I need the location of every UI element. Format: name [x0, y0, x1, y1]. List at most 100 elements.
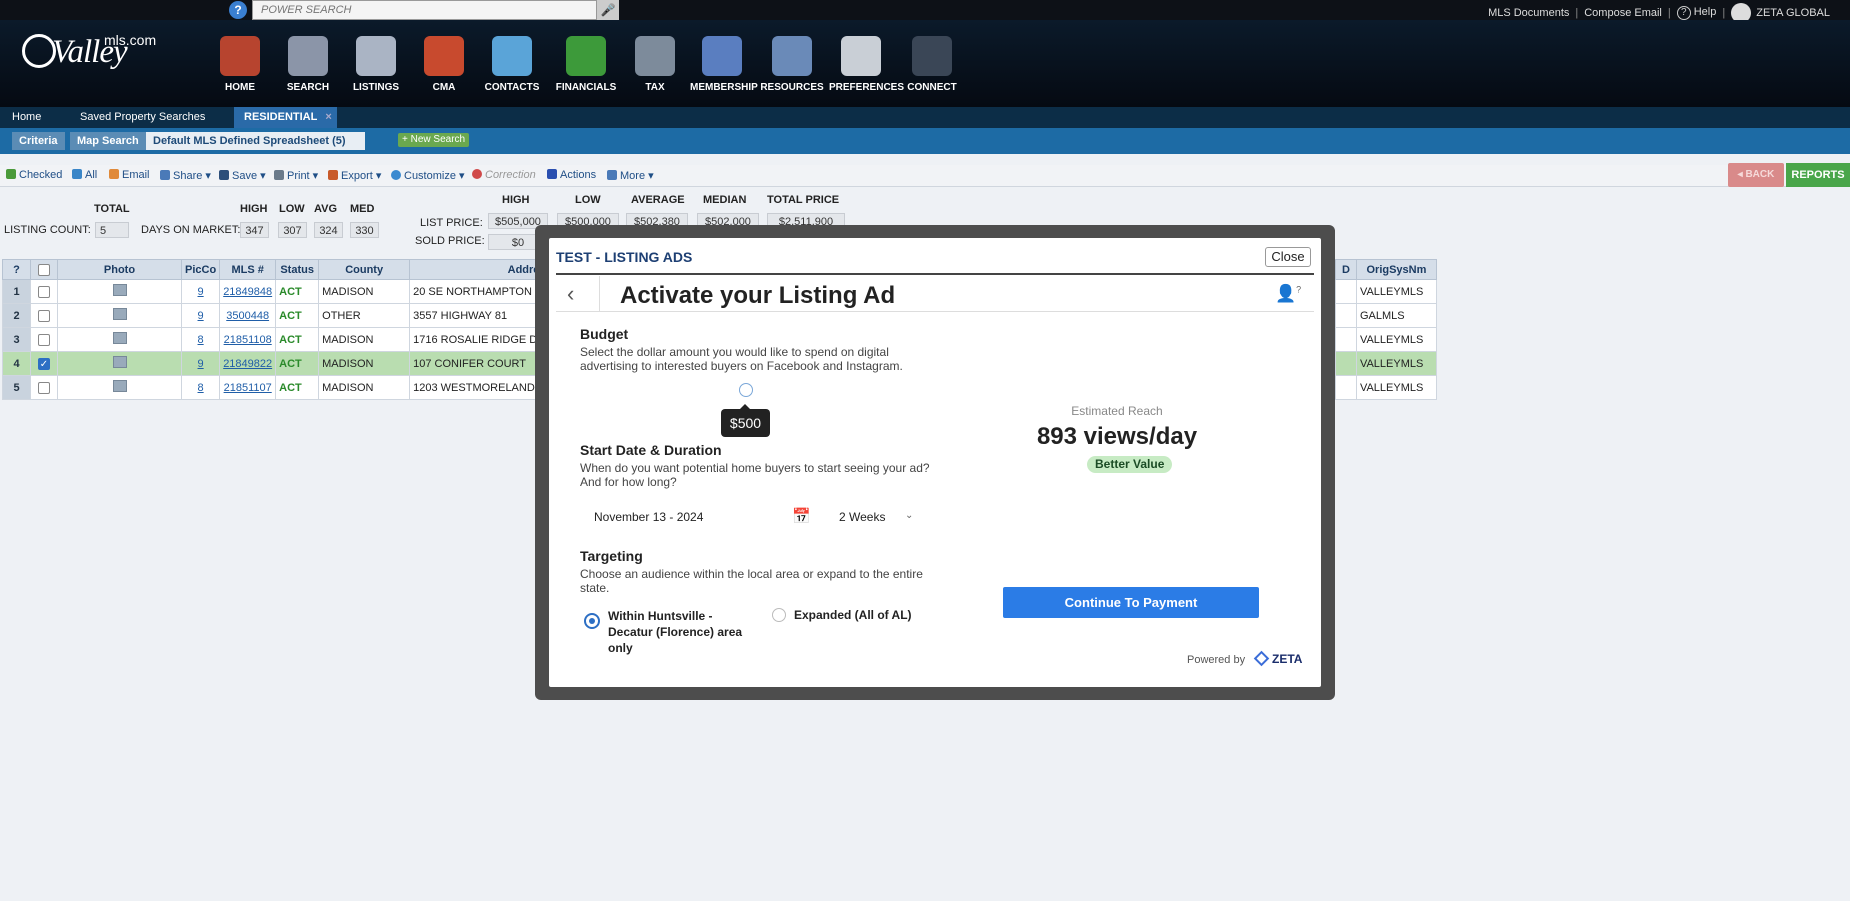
- radio-expanded-label[interactable]: Expanded (All of AL): [794, 608, 912, 622]
- row-photo[interactable]: [57, 375, 182, 400]
- duration-select[interactable]: 2 Weeks: [839, 510, 885, 524]
- row-checkbox[interactable]: [30, 327, 58, 352]
- radio-local-area[interactable]: [584, 613, 600, 629]
- row-mls-number[interactable]: 3500448: [219, 303, 277, 328]
- email-button[interactable]: Email: [109, 169, 150, 181]
- row-mls-number[interactable]: 21851108: [219, 327, 277, 352]
- nav-preferences[interactable]: PREFERENCES: [829, 36, 904, 93]
- all-icon: [72, 169, 82, 179]
- col-pic-count[interactable]: PicCo: [180, 259, 221, 280]
- table-row-right[interactable]: VALLEYMLS: [1335, 279, 1437, 304]
- col-status[interactable]: Status: [275, 259, 320, 280]
- row-mls-number[interactable]: 21849848: [219, 279, 277, 304]
- row-checkbox-box[interactable]: [38, 381, 50, 394]
- actions-button[interactable]: Actions: [547, 169, 596, 181]
- close-tab-icon[interactable]: ×: [325, 111, 331, 123]
- tab-residential[interactable]: RESIDENTIAL ×: [234, 107, 337, 128]
- nav-financials[interactable]: FINANCIALS: [554, 36, 618, 93]
- table-row-right[interactable]: VALLEYMLS: [1335, 351, 1437, 376]
- row-pic-count[interactable]: 9: [180, 279, 221, 304]
- col-help[interactable]: ?: [2, 259, 31, 280]
- nav-contacts[interactable]: CONTACTS: [480, 36, 544, 93]
- table-row-right[interactable]: GALMLS: [1335, 303, 1437, 328]
- reports-button[interactable]: REPORTS: [1786, 163, 1850, 187]
- checked-button[interactable]: Checked: [6, 169, 62, 181]
- close-button[interactable]: Close: [1265, 247, 1311, 267]
- print-button[interactable]: Print ▾: [274, 169, 318, 182]
- row-pic-count[interactable]: 9: [180, 351, 221, 376]
- select-all-checkbox[interactable]: [38, 263, 50, 276]
- radio-local-area-label[interactable]: Within Huntsville - Decatur (Florence) a…: [608, 608, 748, 656]
- row-checkbox[interactable]: [30, 303, 58, 328]
- help-question-icon[interactable]: ?: [229, 1, 247, 19]
- row-checkbox-box[interactable]: ✓: [38, 357, 50, 370]
- share-button[interactable]: Share ▾: [160, 169, 211, 182]
- nav-membership[interactable]: MEMBERSHIP: [690, 36, 758, 93]
- radio-expanded[interactable]: [772, 608, 786, 622]
- correction-button[interactable]: Correction: [472, 169, 536, 181]
- microphone-icon[interactable]: 🎤: [597, 0, 619, 20]
- nav-cma[interactable]: CMA: [412, 36, 476, 93]
- row-pic-count[interactable]: 8: [180, 375, 221, 400]
- nav-listings[interactable]: LISTINGS: [344, 36, 408, 93]
- more-button[interactable]: More ▾: [607, 169, 654, 182]
- chevron-down-icon[interactable]: ⌄: [905, 510, 913, 521]
- col-orig-sys[interactable]: OrigSysNm: [1355, 259, 1437, 280]
- row-checkbox[interactable]: ✓: [30, 351, 58, 376]
- mls-documents-link[interactable]: MLS Documents: [1488, 7, 1569, 19]
- photo-thumbnail-icon[interactable]: [112, 284, 127, 296]
- photo-thumbnail-icon[interactable]: [112, 332, 127, 344]
- nav-home[interactable]: HOME: [208, 36, 272, 93]
- customize-button[interactable]: Customize ▾: [391, 169, 465, 182]
- tab-criteria[interactable]: Criteria: [12, 132, 65, 150]
- save-button[interactable]: Save ▾: [219, 169, 266, 182]
- row-pic-count[interactable]: 8: [180, 327, 221, 352]
- row-checkbox-box[interactable]: [38, 285, 50, 298]
- help-label: Help: [1693, 6, 1717, 18]
- col-photo[interactable]: Photo: [57, 259, 182, 280]
- nav-resources[interactable]: RESOURCES: [760, 36, 824, 93]
- col-d[interactable]: D: [1335, 259, 1357, 280]
- row-pic-count[interactable]: 9: [180, 303, 221, 328]
- nav-search[interactable]: SEARCH: [276, 36, 340, 93]
- all-button[interactable]: All: [72, 169, 97, 181]
- row-mls-number[interactable]: 21851107: [219, 375, 277, 400]
- tab-spreadsheet[interactable]: Default MLS Defined Spreadsheet (5): [146, 132, 365, 150]
- row-checkbox-box[interactable]: [38, 309, 50, 322]
- row-photo[interactable]: [57, 327, 182, 352]
- person-help-icon[interactable]: 👤?: [1275, 284, 1301, 304]
- start-date-field[interactable]: November 13 - 2024: [594, 510, 703, 524]
- nav-tax[interactable]: TAX: [623, 36, 687, 93]
- row-photo[interactable]: [57, 351, 182, 376]
- back-chevron-icon[interactable]: ‹: [567, 281, 574, 307]
- col-mls[interactable]: MLS #: [219, 259, 277, 280]
- row-photo[interactable]: [57, 303, 182, 328]
- photo-thumbnail-icon[interactable]: [112, 380, 127, 392]
- row-checkbox[interactable]: [30, 375, 58, 400]
- col-county[interactable]: County: [318, 259, 411, 280]
- new-search-button[interactable]: + New Search: [398, 133, 470, 147]
- tab-map-search[interactable]: Map Search: [70, 132, 146, 150]
- row-checkbox-box[interactable]: [38, 333, 50, 346]
- compose-email-link[interactable]: Compose Email: [1584, 7, 1662, 19]
- row-photo[interactable]: [57, 279, 182, 304]
- col-select-all[interactable]: [30, 259, 58, 280]
- tab-home[interactable]: Home: [2, 107, 51, 128]
- nav-connect[interactable]: CONNECT: [900, 36, 964, 93]
- power-search-input[interactable]: [252, 0, 597, 20]
- export-button[interactable]: Export ▾: [328, 169, 381, 182]
- listings-grid-right: D OrigSysNm VALLEYMLS GALMLS VALLEYMLS VALL…: [1335, 259, 1437, 400]
- photo-thumbnail-icon[interactable]: [112, 308, 127, 320]
- back-button[interactable]: ◂ BACK: [1728, 163, 1784, 187]
- continue-to-payment-button[interactable]: Continue To Payment: [1003, 587, 1259, 618]
- row-checkbox[interactable]: [30, 279, 58, 304]
- budget-slider-handle[interactable]: [739, 383, 753, 397]
- calendar-icon[interactable]: 📅: [792, 507, 811, 525]
- table-row-right[interactable]: VALLEYMLS: [1335, 375, 1437, 400]
- tab-saved-searches[interactable]: Saved Property Searches: [70, 107, 215, 128]
- table-row-right[interactable]: VALLEYMLS: [1335, 327, 1437, 352]
- help-link[interactable]: ? Help: [1676, 6, 1717, 20]
- row-mls-number[interactable]: 21849822: [219, 351, 277, 376]
- photo-thumbnail-icon[interactable]: [112, 356, 127, 368]
- valleymls-logo[interactable]: Valley mls.com: [22, 32, 156, 71]
